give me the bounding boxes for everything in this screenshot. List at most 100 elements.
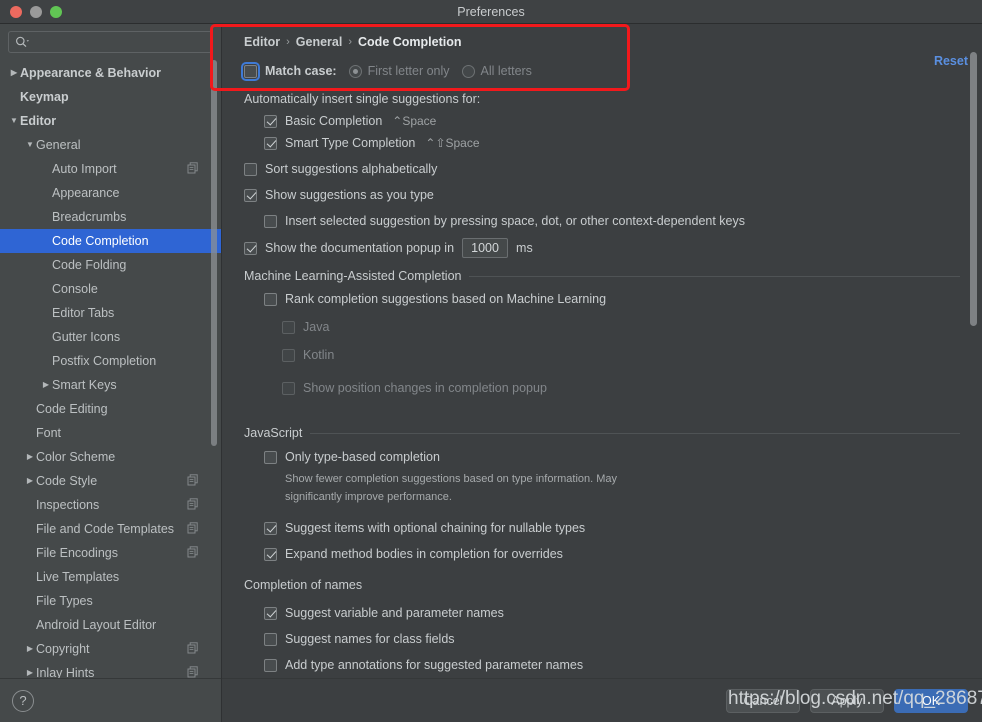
ml-kotlin-label: Kotlin [303, 348, 334, 362]
sidebar-item-inlay-hints[interactable]: ▶Inlay Hints [0, 661, 221, 678]
help-icon[interactable]: ? [12, 690, 34, 712]
sidebar-item-auto-import[interactable]: ▶Auto Import [0, 157, 221, 181]
sidebar-item-file-encodings[interactable]: ▶File Encodings [0, 541, 221, 565]
copy-settings-icon[interactable] [187, 546, 199, 561]
show-as-you-type-checkbox[interactable] [244, 189, 257, 202]
copy-settings-icon[interactable] [187, 162, 199, 177]
sidebar-item-console[interactable]: ▶Console [0, 277, 221, 301]
sidebar-item-label: Color Scheme [36, 450, 199, 464]
sidebar-item-smart-keys[interactable]: ▶Smart Keys [0, 373, 221, 397]
search-input[interactable] [30, 35, 206, 49]
chevron-right-icon[interactable]: ▶ [24, 453, 36, 461]
js-completion-names-header-row: Completion of names [244, 574, 982, 596]
sidebar-item-label: Auto Import [52, 162, 181, 176]
sidebar-item-label: Inspections [36, 498, 181, 512]
cancel-button[interactable]: Cancel [726, 689, 800, 713]
search-container [0, 24, 221, 59]
js-only-type-based-checkbox[interactable] [264, 451, 277, 464]
sidebar-item-android-layout-editor[interactable]: ▶Android Layout Editor [0, 613, 221, 637]
breadcrumb-general[interactable]: General [296, 35, 343, 49]
close-button[interactable] [10, 6, 22, 18]
chevron-right-icon[interactable]: ▶ [40, 381, 52, 389]
sidebar-scrollbar[interactable] [211, 60, 217, 446]
ml-position-changes-checkbox[interactable] [282, 382, 295, 395]
sidebar-item-inspections[interactable]: ▶Inspections [0, 493, 221, 517]
sidebar-item-label: Appearance [52, 186, 199, 200]
chevron-down-icon[interactable]: ▼ [8, 117, 20, 125]
ml-java-checkbox[interactable] [282, 321, 295, 334]
chevron-right-icon[interactable]: ▶ [24, 477, 36, 485]
sidebar-item-font[interactable]: ▶Font [0, 421, 221, 445]
smart-type-completion-shortcut: ⌃⇧Space [425, 136, 479, 150]
settings-tree[interactable]: ▶Appearance & Behavior▶Keymap▼Editor▼Gen… [0, 59, 221, 678]
js-suggest-variable-checkbox[interactable] [264, 607, 277, 620]
sidebar-item-copyright[interactable]: ▶Copyright [0, 637, 221, 661]
search-box[interactable] [8, 31, 213, 53]
copy-settings-icon[interactable] [187, 666, 199, 679]
smart-type-completion-label: Smart Type Completion [285, 136, 415, 150]
sort-alphabetically-checkbox[interactable] [244, 163, 257, 176]
copy-settings-icon[interactable] [187, 498, 199, 513]
sidebar-item-code-completion[interactable]: ▶Code Completion [0, 229, 221, 253]
ml-section-header: Machine Learning-Assisted Completion [244, 269, 982, 283]
sidebar-item-editor[interactable]: ▼Editor [0, 109, 221, 133]
doc-popup-delay-input[interactable]: 1000 [462, 238, 508, 258]
sidebar-item-color-scheme[interactable]: ▶Color Scheme [0, 445, 221, 469]
js-expand-method-checkbox[interactable] [264, 548, 277, 561]
sidebar-item-file-and-code-templates[interactable]: ▶File and Code Templates [0, 517, 221, 541]
sidebar-item-code-style[interactable]: ▶Code Style [0, 469, 221, 493]
chevron-right-icon[interactable]: ▶ [8, 69, 20, 77]
sidebar-item-label: Code Folding [52, 258, 199, 272]
ml-position-changes-label: Show position changes in completion popu… [303, 381, 547, 395]
ok-button[interactable]: OK [894, 689, 968, 713]
copy-settings-icon[interactable] [187, 474, 199, 489]
js-optional-chaining-checkbox[interactable] [264, 522, 277, 535]
smart-type-completion-checkbox[interactable] [264, 137, 277, 150]
sidebar-item-label: Font [36, 426, 199, 440]
js-add-type-annotations-checkbox[interactable] [264, 659, 277, 672]
sidebar-item-postfix-completion[interactable]: ▶Postfix Completion [0, 349, 221, 373]
basic-completion-checkbox[interactable] [264, 115, 277, 128]
ml-rank-checkbox[interactable] [264, 293, 277, 306]
sidebar-item-code-folding[interactable]: ▶Code Folding [0, 253, 221, 277]
minimize-button[interactable] [30, 6, 42, 18]
chevron-right-icon[interactable]: ▶ [24, 669, 36, 677]
ml-kotlin-row: Kotlin [282, 344, 982, 366]
title-bar: Preferences [0, 0, 982, 24]
sidebar-item-label: Code Style [36, 474, 181, 488]
sidebar-item-appearance-behavior[interactable]: ▶Appearance & Behavior [0, 61, 221, 85]
chevron-down-icon[interactable]: ▼ [24, 141, 36, 149]
sidebar-item-label: Editor Tabs [52, 306, 199, 320]
doc-popup-checkbox[interactable] [244, 242, 257, 255]
js-suggest-class-fields-checkbox[interactable] [264, 633, 277, 646]
reset-link[interactable]: Reset [934, 54, 968, 68]
ml-rank-row: Rank completion suggestions based on Mac… [264, 288, 982, 310]
sidebar-item-gutter-icons[interactable]: ▶Gutter Icons [0, 325, 221, 349]
insert-selected-checkbox[interactable] [264, 215, 277, 228]
ml-position-changes-row: Show position changes in completion popu… [282, 377, 982, 399]
main-scrollbar[interactable] [970, 52, 977, 326]
ml-kotlin-checkbox[interactable] [282, 349, 295, 362]
js-suggest-variable-row: Suggest variable and parameter names [264, 602, 982, 624]
all-letters-radio[interactable] [462, 65, 475, 78]
js-expand-method-row: Expand method bodies in completion for o… [264, 543, 982, 565]
sidebar-item-appearance[interactable]: ▶Appearance [0, 181, 221, 205]
match-case-checkbox[interactable] [244, 65, 257, 78]
sidebar-item-file-types[interactable]: ▶File Types [0, 589, 221, 613]
sidebar-item-breadcrumbs[interactable]: ▶Breadcrumbs [0, 205, 221, 229]
sidebar-item-keymap[interactable]: ▶Keymap [0, 85, 221, 109]
sidebar-item-general[interactable]: ▼General [0, 133, 221, 157]
sidebar-item-editor-tabs[interactable]: ▶Editor Tabs [0, 301, 221, 325]
js-section-divider [310, 433, 960, 434]
first-letter-only-radio[interactable] [349, 65, 362, 78]
copy-settings-icon[interactable] [187, 642, 199, 657]
copy-settings-icon[interactable] [187, 522, 199, 537]
js-optional-chaining-row: Suggest items with optional chaining for… [264, 517, 982, 539]
zoom-button[interactable] [50, 6, 62, 18]
sidebar-item-live-templates[interactable]: ▶Live Templates [0, 565, 221, 589]
sidebar-item-code-editing[interactable]: ▶Code Editing [0, 397, 221, 421]
apply-button[interactable]: Apply [810, 689, 884, 713]
chevron-right-icon[interactable]: ▶ [24, 645, 36, 653]
settings-main-panel: Editor › General › Code Completion Match… [222, 24, 982, 722]
breadcrumb-editor[interactable]: Editor [244, 35, 280, 49]
